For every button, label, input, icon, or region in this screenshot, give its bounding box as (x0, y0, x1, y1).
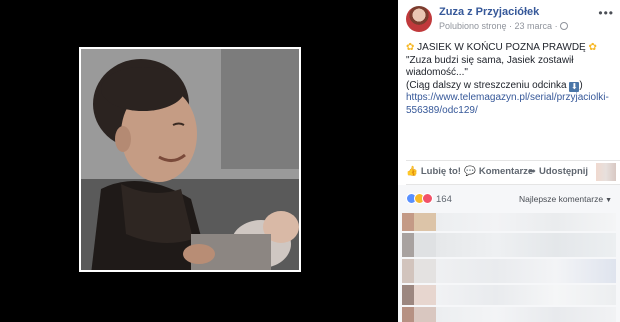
love-reaction-icon (422, 193, 433, 204)
blurred-comment-avatar (414, 285, 436, 305)
page-avatar[interactable] (406, 6, 432, 32)
post-header: Zuza z Przyjaciółek Polubiono stronę · 2… (406, 6, 616, 36)
chevron-down-icon: ▼ (605, 197, 612, 204)
thumbs-up-icon: 👍 (406, 166, 418, 177)
sunflower-icon: ✿ (588, 42, 597, 53)
post-photo[interactable] (79, 47, 301, 272)
like-label: Lubię to! (420, 166, 461, 177)
comment-sort-dropdown[interactable]: Najlepsze komentarze ▼ (519, 194, 612, 204)
blurred-comment-avatar (402, 233, 414, 257)
comments-area: 164 Najlepsze komentarze ▼ (398, 185, 620, 322)
blurred-comment-avatar (414, 307, 436, 322)
blurred-comment-avatar (402, 259, 414, 283)
divider (406, 160, 620, 161)
post-meta: Polubiono stronę · 23 marca · (439, 21, 568, 31)
post-meta-text: Polubiono stronę · 23 marca · (439, 21, 558, 31)
reactions-summary[interactable]: 164 (406, 193, 452, 205)
headline-text: JASIEK W KOŃCU POZNA PRAWDĘ (417, 42, 586, 53)
blurred-comment-avatar (402, 285, 414, 305)
like-button[interactable]: 👍 Lubię to! (406, 166, 461, 177)
page-name-link[interactable]: Zuza z Przyjaciółek (439, 6, 539, 18)
sort-label: Najlepsze komentarze (518, 194, 604, 204)
reaction-count: 164 (436, 194, 452, 205)
blurred-comments (402, 213, 616, 322)
blurred-comment-avatar (402, 307, 414, 322)
post-link-line-1[interactable]: https://www.telemagazyn.pl/serial/przyja… (406, 92, 614, 105)
ellipsis-icon[interactable]: ••• (598, 6, 614, 20)
blurred-comment-avatar (402, 213, 414, 231)
sunflower-icon: ✿ (406, 42, 415, 53)
post-actions: 👍 Lubię to! 💬 Komentarze ➦ Udostępnij (406, 163, 620, 183)
globe-icon (559, 22, 568, 30)
blurred-comment-avatar (414, 233, 436, 257)
share-icon: ➦ (528, 166, 536, 177)
photo-viewer (0, 0, 398, 322)
share-button[interactable]: ➦ Udostępnij (528, 166, 588, 177)
teaser-text: (Ciąg dalszy w streszczeniu odcinka (406, 79, 567, 91)
blurred-comment-text (436, 213, 616, 231)
share-label: Udostępnij (538, 166, 589, 177)
blurred-comment-text (436, 285, 616, 305)
comment-icon: 💬 (464, 166, 476, 177)
post-text: ✿ JASIEK W KOŃCU POZNA PRAWDĘ ✿ "Zuza bu… (406, 42, 614, 117)
photo-illustration (81, 49, 299, 270)
blurred-comment-avatar (414, 259, 436, 283)
blurred-avatar[interactable] (596, 163, 616, 181)
post-link-line-2[interactable]: 556389/odc129/ (406, 105, 614, 118)
post-side-panel: Zuza z Przyjaciółek Polubiono stronę · 2… (398, 0, 620, 322)
blurred-comment-avatar (414, 213, 436, 231)
headline-line: ✿ JASIEK W KOŃCU POZNA PRAWDĘ ✿ (406, 42, 614, 55)
comment-button[interactable]: 💬 Komentarze (464, 166, 533, 177)
blurred-comment-text (436, 233, 616, 257)
teaser-line: (Ciąg dalszy w streszczeniu odcinka ⬇) (406, 80, 614, 93)
teaser-end: ) (579, 79, 583, 91)
quote-line-2: wiadomość..." (406, 67, 468, 78)
blurred-comment-text (436, 307, 616, 322)
blurred-comment-text (436, 259, 616, 283)
quote-line-1: "Zuza budzi się sama, Jasiek zostawił (406, 54, 574, 66)
down-arrow-icon: ⬇ (569, 81, 580, 92)
comment-label: Komentarze (478, 166, 534, 177)
